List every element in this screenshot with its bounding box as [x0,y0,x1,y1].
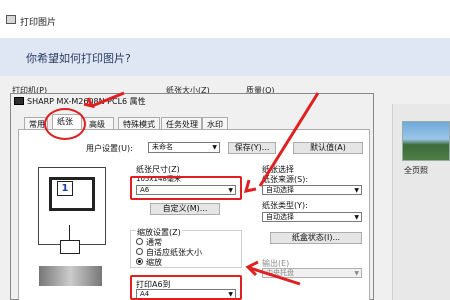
annotation-arrow-tab-head [83,97,95,109]
annotation-arrow-tab [91,91,125,108]
annotation-arrow-print-to [249,266,301,286]
annotation-arrow-size-head [243,179,257,193]
print-pictures-window: 打印图片 你希望如何打印图片? 打印机(P) 纸张大小(Z) 质量(Q) 全页照… [0,0,450,300]
annotation-arrow-size [258,92,320,187]
annotation-arrows [83,91,320,286]
